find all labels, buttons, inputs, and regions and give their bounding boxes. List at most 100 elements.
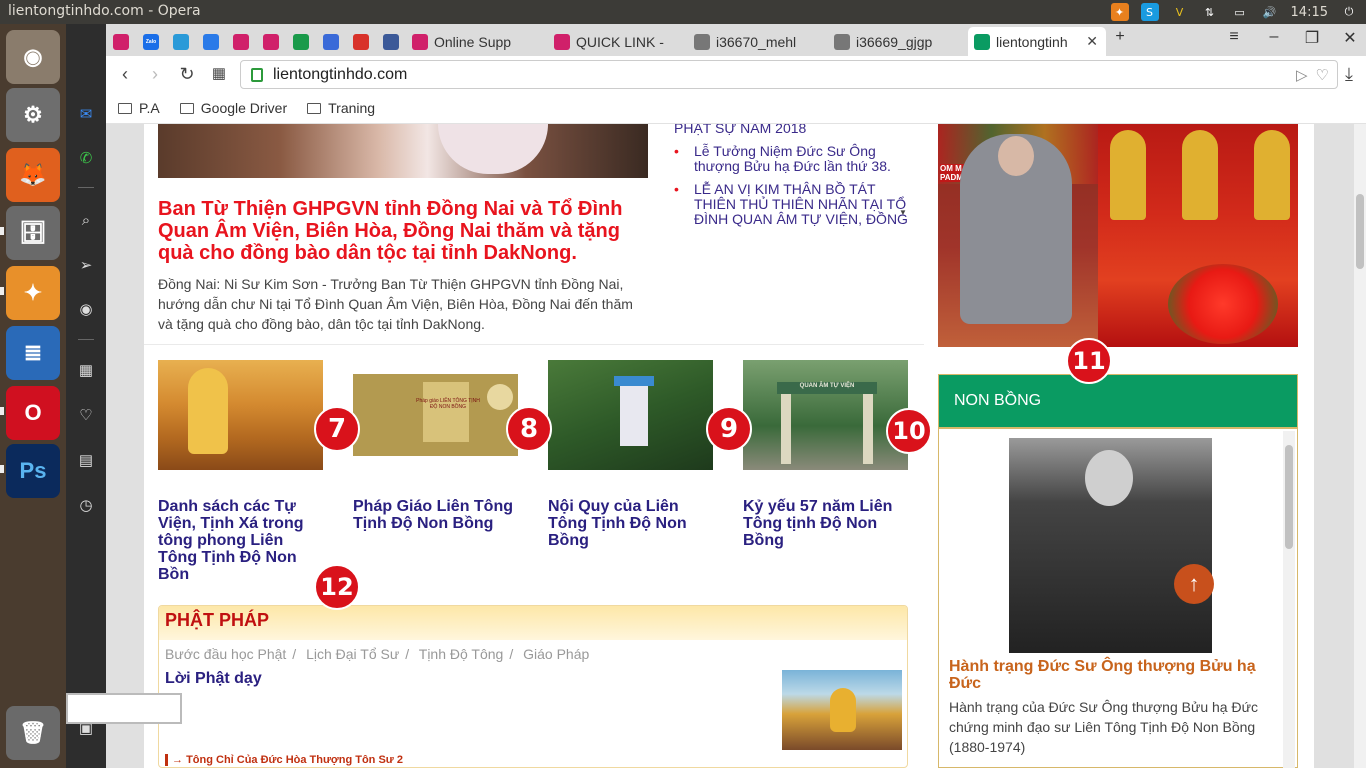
browser-tab[interactable] bbox=[166, 27, 196, 56]
vpn-icon[interactable]: V bbox=[1170, 3, 1189, 21]
browser-tab[interactable] bbox=[346, 27, 376, 56]
sidebar-divider bbox=[78, 187, 94, 188]
altar-image[interactable] bbox=[1098, 124, 1298, 347]
close-tab-icon[interactable]: ✕ bbox=[1086, 33, 1098, 50]
browser-tab[interactable] bbox=[316, 27, 346, 56]
new-tab-button[interactable]: + bbox=[1108, 28, 1132, 46]
volume-icon[interactable]: 🔊 bbox=[1260, 3, 1279, 21]
card-image[interactable] bbox=[548, 360, 713, 470]
photoshop-icon[interactable]: Ps bbox=[6, 444, 60, 498]
bookmark-heart-icon[interactable]: ♡ bbox=[1316, 66, 1329, 84]
card[interactable]: Danh sách các Tự Viện, Tịnh Xá trong tôn… bbox=[158, 360, 323, 583]
camera-icon[interactable]: ◉ bbox=[74, 297, 98, 321]
heart-icon[interactable]: ♡ bbox=[74, 403, 98, 427]
network-icon[interactable]: ⇅ bbox=[1200, 3, 1219, 21]
hero-headline[interactable]: Ban Từ Thiện GHPGVN tỉnh Đồng Nai và Tổ … bbox=[158, 198, 648, 264]
os-top-bar: lientongtinhdo.com - Opera ✦ S V ⇅ ▭ 🔊 1… bbox=[0, 0, 1366, 24]
news-item-partial[interactable]: PHẬT SỰ NĂM 2018 bbox=[674, 124, 908, 136]
browser-tab[interactable] bbox=[196, 27, 226, 56]
ubuntu-dash-icon[interactable]: ◉ bbox=[6, 30, 60, 84]
browser-tab[interactable]: i36669_gjgp bbox=[828, 27, 966, 56]
browser-tab[interactable]: QUICK LINK - bbox=[548, 27, 686, 56]
card-title[interactable]: Pháp Giáo Liên Tông Tịnh Độ Non Bồng bbox=[353, 498, 518, 532]
page-scrollbar[interactable] bbox=[1354, 124, 1366, 768]
reload-button[interactable]: ↻ bbox=[176, 64, 198, 85]
page-viewport: Ban Từ Thiện GHPGVN tỉnh Đồng Nai và Tổ … bbox=[106, 124, 1354, 768]
firefox-icon[interactable]: 🦊 bbox=[6, 148, 60, 202]
speed-dial-button[interactable]: ▦ bbox=[208, 64, 230, 82]
forward-button[interactable]: › bbox=[144, 64, 166, 85]
send-icon[interactable]: ➢ bbox=[74, 253, 98, 277]
news-item[interactable]: Lễ Tưởng Niệm Đức Sư Ông thượng Bửu hạ Đ… bbox=[674, 144, 908, 174]
url-text[interactable]: lientongtinhdo.com bbox=[273, 66, 407, 84]
flame-app-icon[interactable]: ✦ bbox=[6, 266, 60, 320]
messenger-icon[interactable]: ✉ bbox=[74, 102, 98, 126]
tab-menu-button[interactable]: ≡ bbox=[1222, 28, 1246, 46]
card[interactable]: Nội Quy của Liên Tông Tịnh Độ Non Bồng bbox=[548, 360, 713, 549]
maximize-button[interactable]: ❐ bbox=[1300, 28, 1324, 48]
opera-icon[interactable]: O bbox=[6, 386, 60, 440]
news-scroll-down-icon[interactable]: ▼ bbox=[898, 208, 908, 226]
card[interactable]: QUAN ÂM TỰ VIỆN Kỷ yếu 57 năm Liên Tông … bbox=[743, 360, 908, 549]
search-icon[interactable]: ⌕ bbox=[74, 208, 98, 232]
category-link[interactable]: Giáo Pháp bbox=[523, 646, 589, 662]
card-title[interactable]: Kỷ yếu 57 năm Liên Tông tịnh Độ Non Bồng bbox=[743, 498, 908, 549]
clock[interactable]: 14:15 bbox=[1291, 5, 1328, 20]
trash-icon[interactable]: 🗑 bbox=[6, 706, 60, 760]
card-image[interactable] bbox=[158, 360, 323, 470]
browser-tab[interactable] bbox=[226, 27, 256, 56]
hero-image[interactable] bbox=[158, 124, 648, 178]
browser-tab[interactable]: i36670_mehl bbox=[688, 27, 826, 56]
system-settings-icon[interactable]: ⚙ bbox=[6, 88, 60, 142]
libreoffice-writer-icon[interactable]: ≣ bbox=[6, 326, 60, 380]
article-title[interactable]: Lời Phật dạy bbox=[165, 670, 262, 688]
category-link[interactable]: Lịch Đại Tổ Sư bbox=[306, 646, 399, 662]
skype-icon[interactable]: S bbox=[1140, 3, 1159, 21]
category-link[interactable]: Tịnh Độ Tông bbox=[419, 646, 504, 662]
power-icon[interactable]: ⏻ bbox=[1340, 3, 1358, 21]
browser-tab[interactable] bbox=[286, 27, 316, 56]
back-to-top-button[interactable]: ↑ bbox=[1174, 564, 1214, 604]
widget-scrollbar[interactable] bbox=[1283, 431, 1295, 768]
snapshot-icon[interactable]: ▷ bbox=[1296, 66, 1308, 84]
card-image[interactable]: Pháp giáo LIÊN TÔNG TỊNH ĐỘ NON BỒNG bbox=[353, 360, 518, 470]
bookmark-label: Traning bbox=[328, 100, 376, 116]
browser-tab[interactable]: lientongtinh ✕ bbox=[968, 27, 1106, 56]
browser-tab[interactable] bbox=[256, 27, 286, 56]
news-item[interactable]: LỄ AN VỊ KIM THÂN BỒ TÁT THIÊN THỦ THIÊN… bbox=[674, 182, 908, 227]
card-image[interactable]: QUAN ÂM TỰ VIỆN bbox=[743, 360, 908, 470]
browser-tab[interactable] bbox=[376, 27, 406, 56]
back-button[interactable]: ‹ bbox=[114, 64, 136, 85]
widget-article-title[interactable]: Hành trạng Đức Sư Ông thượng Bửu hạ Đức bbox=[949, 658, 1269, 692]
browser-tab[interactable] bbox=[106, 27, 136, 56]
monk-portrait-image[interactable]: OM MA NI PADME HUM bbox=[938, 124, 1098, 347]
browser-tab[interactable]: Online Supp bbox=[406, 27, 546, 56]
battery-icon[interactable]: ▭ bbox=[1230, 3, 1249, 21]
file-manager-icon[interactable]: 🗄 bbox=[6, 206, 60, 260]
close-window-button[interactable]: ✕ bbox=[1338, 28, 1362, 48]
minimize-button[interactable]: – bbox=[1262, 28, 1286, 46]
bookmark-folder[interactable]: Google Driver bbox=[179, 100, 287, 116]
article-image[interactable] bbox=[782, 670, 902, 750]
card-title[interactable]: Danh sách các Tự Viện, Tịnh Xá trong tôn… bbox=[158, 498, 323, 583]
flame-app-icon[interactable]: ✦ bbox=[1110, 3, 1129, 21]
favicon-telegram bbox=[173, 33, 189, 50]
bookmark-folder[interactable]: P.A bbox=[118, 100, 160, 116]
download-button[interactable]: ⤓ bbox=[1338, 64, 1360, 85]
widget-article-desc: Hành trạng của Đức Sư Ông thượng Bửu hạ … bbox=[949, 699, 1258, 755]
card[interactable]: Pháp giáo LIÊN TÔNG TỊNH ĐỘ NON BỒNG Phá… bbox=[353, 360, 518, 532]
news-icon[interactable]: ▤ bbox=[74, 448, 98, 472]
page-body: Ban Từ Thiện GHPGVN tỉnh Đồng Nai và Tổ … bbox=[144, 124, 1314, 768]
history-icon[interactable]: ◷ bbox=[74, 493, 98, 517]
address-field[interactable]: lientongtinhdo.com ▷ ♡ bbox=[240, 60, 1338, 89]
card-title[interactable]: Nội Quy của Liên Tông Tịnh Độ Non Bồng bbox=[548, 498, 713, 549]
browser-tab[interactable]: Zalo bbox=[136, 27, 166, 56]
bookmark-folder[interactable]: Traning bbox=[307, 100, 375, 116]
category-link[interactable]: Bước đầu học Phật bbox=[165, 646, 286, 662]
whatsapp-icon[interactable]: ✆ bbox=[74, 146, 98, 170]
founder-photo[interactable] bbox=[1009, 438, 1212, 653]
article-link[interactable]: → Tông Chỉ Của Đức Hòa Thượng Tôn Sư 2 bbox=[165, 754, 403, 766]
speed-dial-icon[interactable]: ▦ bbox=[74, 358, 98, 382]
section-heading[interactable]: PHẬT PHÁP bbox=[159, 606, 907, 640]
tab-label: i36669_gjgp bbox=[856, 33, 933, 50]
